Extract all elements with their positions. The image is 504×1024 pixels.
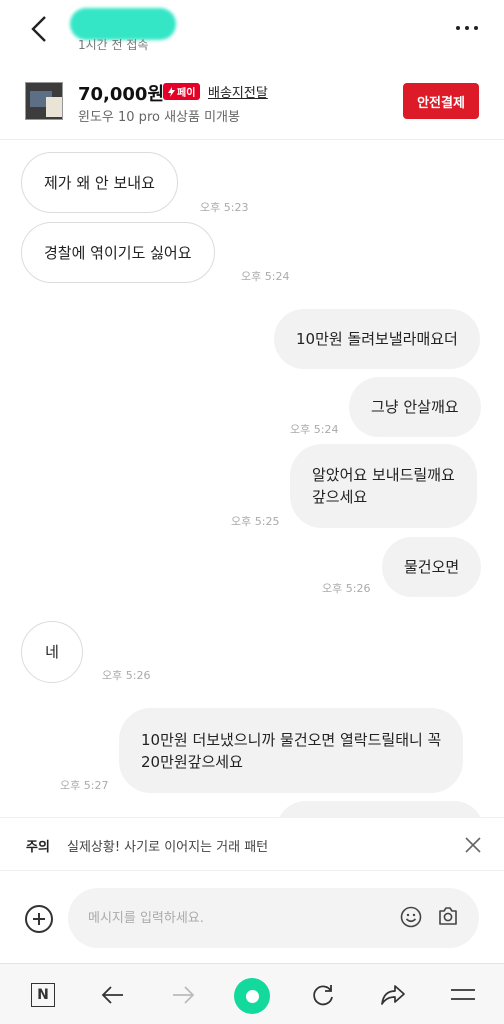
message-text: 10만원 더보냈으니까 물건오면 열락드릴태니 꼭 (141, 730, 442, 749)
scam-warning-bar[interactable]: 주의 실제상황! 사기로 이어지는 거래 패턴 (0, 817, 504, 871)
smiley-icon (400, 906, 422, 928)
more-dot (474, 26, 478, 30)
browser-menu-button[interactable] (448, 980, 478, 1010)
message-bubble[interactable]: 그냥 안살깨요 (349, 377, 481, 437)
message-text: 20만원갚으세요 (141, 752, 243, 771)
chevron-left-icon (31, 16, 46, 42)
message-text: 10만원 돌려보낼라매요더 (296, 330, 458, 348)
message-time: 오후 5:27 (60, 779, 109, 792)
more-options-button[interactable] (452, 16, 482, 40)
camera-icon (439, 907, 457, 925)
browser-navigation-bar: N (0, 963, 504, 1024)
chat-header: 1시간 전 접속 (0, 0, 504, 58)
browser-share-button[interactable] (378, 980, 408, 1010)
message-bubble[interactable]: 알았어요 보내드릴깨요 갚으세요 (290, 444, 477, 528)
pay-badge: 페이 (163, 83, 201, 100)
message-time: 오후 5:23 (200, 201, 249, 214)
green-dot-center (245, 989, 259, 1003)
message-bubble[interactable]: 경찰에 엮이기도 싫어요 (21, 222, 215, 283)
message-time: 오후 5:26 (322, 582, 371, 595)
message-text: 그냥 안살깨요 (371, 398, 459, 416)
plus-circle-icon (33, 913, 45, 925)
message-time: 오후 5:24 (290, 423, 339, 436)
message-time: 오후 5:24 (241, 270, 290, 283)
message-bubble-partial[interactable] (276, 801, 484, 817)
warning-text[interactable]: 실제상황! 사기로 이어지는 거래 패턴 (67, 836, 268, 855)
browser-back-button[interactable] (98, 980, 128, 1010)
last-seen-text: 1시간 전 접속 (78, 38, 149, 52)
browser-refresh-button[interactable] (308, 980, 338, 1010)
product-thumbnail[interactable] (25, 82, 63, 120)
refresh-icon (313, 985, 333, 1006)
share-arrow-icon (381, 985, 405, 1005)
product-price: 70,000원 (78, 84, 165, 105)
message-text: 경찰에 엮이기도 싫어요 (44, 243, 192, 262)
message-text: 갚으세요 (312, 488, 368, 506)
arrow-left-icon (101, 986, 123, 1004)
message-bubble[interactable]: 10만원 돌려보낼라매요더 (274, 309, 480, 369)
more-dot (465, 26, 469, 30)
green-dot-icon (234, 978, 270, 1014)
thumb-box (46, 97, 62, 117)
close-icon (465, 837, 481, 853)
hamburger-menu-icon (451, 989, 475, 1000)
arrow-right-icon (173, 986, 195, 1004)
message-text: 알았어요 보내드릴깨요 (312, 466, 455, 484)
message-text: 물건오면 (404, 558, 460, 576)
message-time: 오후 5:25 (231, 515, 280, 528)
naver-n-icon: N (31, 983, 55, 1007)
pay-badge-label: 페이 (177, 88, 196, 99)
message-bubble[interactable]: 제가 왜 안 보내요 (21, 152, 178, 213)
product-title: 윈도우 10 pro 새상품 미개봉 (78, 110, 240, 125)
message-bubble[interactable]: 물건오면 (382, 537, 482, 597)
message-composer (0, 871, 504, 963)
message-bubble[interactable]: 네 (21, 621, 83, 683)
emoji-button[interactable] (400, 906, 422, 928)
back-button[interactable] (24, 12, 54, 46)
safe-pay-button[interactable]: 안전결제 (403, 83, 479, 119)
message-list[interactable]: 제가 왜 안 보내요 오후 5:23 경찰에 엮이기도 싫어요 오후 5:24 … (0, 141, 504, 817)
message-text: 제가 왜 안 보내요 (44, 173, 155, 192)
more-dots-icon (456, 26, 460, 30)
browser-green-dot-button[interactable] (233, 977, 271, 1015)
warning-title: 주의 (26, 840, 50, 855)
delivery-link[interactable]: 배송지전달 (208, 82, 268, 101)
camera-button[interactable] (437, 905, 459, 927)
naver-home-button[interactable]: N (28, 980, 58, 1010)
attach-button[interactable] (25, 905, 53, 933)
message-text: 네 (45, 643, 59, 661)
lightning-icon (168, 86, 175, 97)
close-warning-button[interactable] (464, 836, 482, 854)
message-bubble[interactable]: 10만원 더보냈으니까 물건오면 열락드릴태니 꼭 20만원갚으세요 (119, 708, 464, 793)
product-bar[interactable]: 70,000원 페이 배송지전달 윈도우 10 pro 새상품 미개봉 안전결제 (0, 66, 504, 140)
message-time: 오후 5:26 (102, 669, 151, 682)
browser-forward-button[interactable] (168, 980, 198, 1010)
